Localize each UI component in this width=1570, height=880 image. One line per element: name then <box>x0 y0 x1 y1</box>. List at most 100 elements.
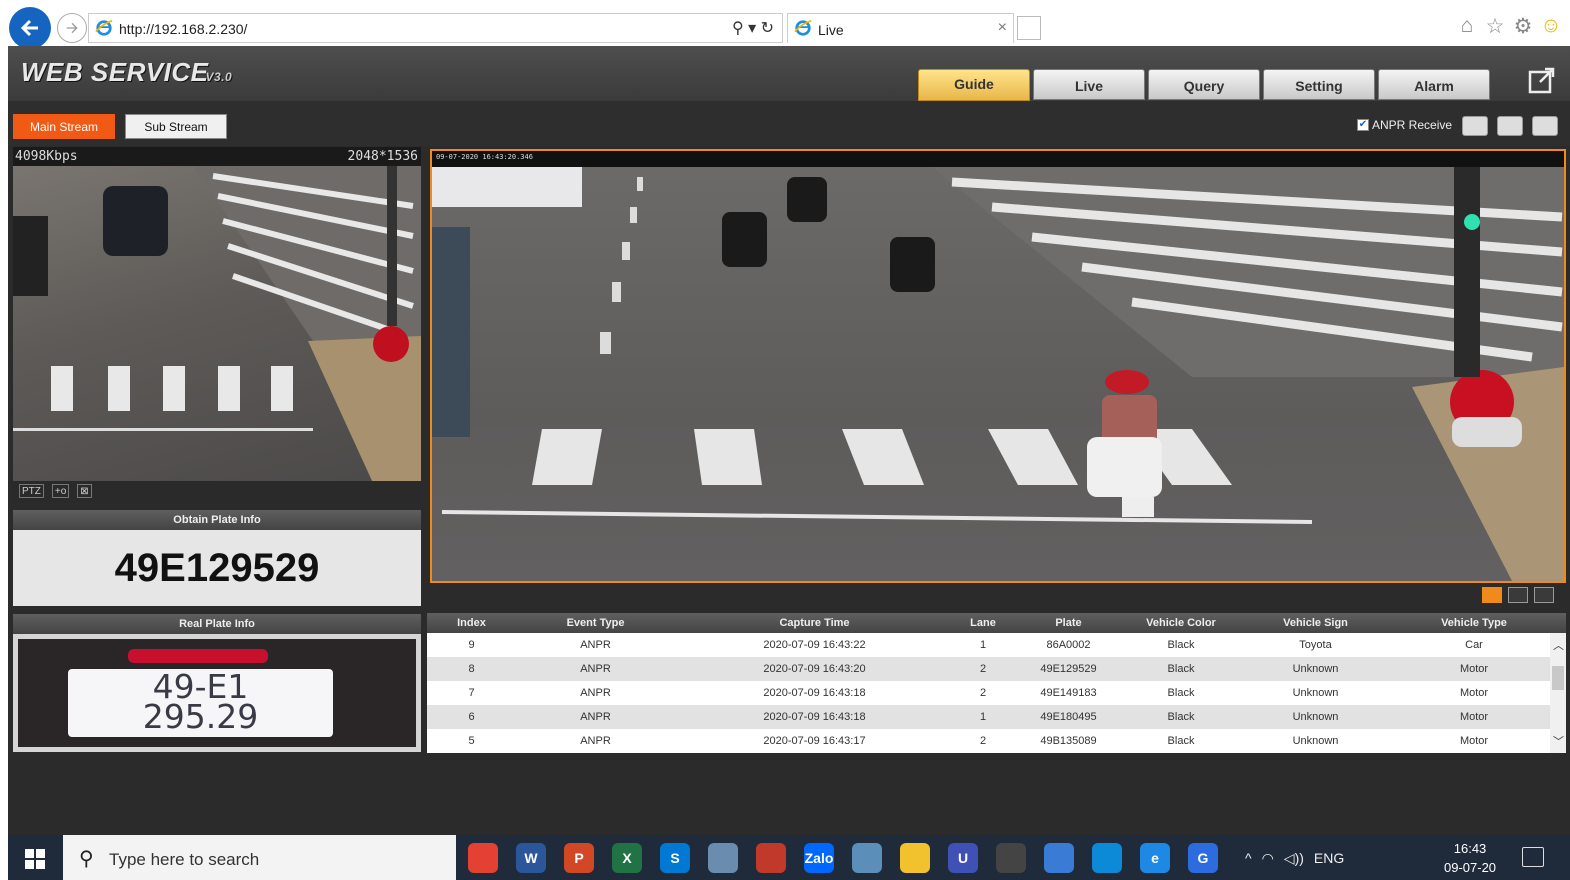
chevron-down-icon[interactable]: ﹀ <box>1553 733 1564 749</box>
foxit-icon[interactable]: G <box>1188 843 1218 873</box>
excel-icon[interactable]: X <box>612 843 642 873</box>
sub-camera-view[interactable]: 4098Kbps 2048*1536 PTZ +o ⊠ <box>13 147 421 503</box>
plate-crop-image: 49-E1 295.29 <box>18 639 416 747</box>
fullscreen-view-icon[interactable] <box>1534 587 1554 603</box>
logo-text: WEB SERVICE <box>21 57 209 87</box>
table-scrollbar[interactable]: ︿ ﹀ <box>1550 633 1566 753</box>
single-view-icon[interactable] <box>1482 587 1502 603</box>
terminal-icon[interactable] <box>996 843 1026 873</box>
network-icon[interactable]: ◠ <box>1262 850 1274 867</box>
table-row[interactable]: 9 ANPR 2020-07-09 16:43:22 1 86A0002 Black Toy… <box>427 633 1566 657</box>
main-tabs: Guide Live Query Setting Alarm <box>918 69 1490 101</box>
paint-icon[interactable] <box>756 843 786 873</box>
forward-button[interactable] <box>57 13 87 43</box>
settings-gear-icon[interactable]: ⚙ <box>1512 14 1534 39</box>
address-actions[interactable]: ⚲ ▾ ↻ <box>732 18 774 38</box>
url-text: http://192.168.2.230/ <box>119 21 248 37</box>
tab-guide[interactable]: Guide <box>918 69 1030 101</box>
tab-title: Live <box>818 22 844 38</box>
tab-live[interactable]: Live <box>1033 69 1145 100</box>
table-cell: 8 <box>468 663 475 675</box>
search-icon: ⚲ <box>79 848 94 870</box>
table-row[interactable]: 6 ANPR 2020-07-09 16:43:18 1 49E180495 Black U… <box>427 705 1566 729</box>
word-icon[interactable]: W <box>516 843 546 873</box>
obtain-plate-value: 49E129529 <box>13 530 421 606</box>
chrome-icon[interactable] <box>468 843 498 873</box>
grid-view-icon[interactable] <box>1508 587 1528 603</box>
logout-icon[interactable] <box>1528 66 1556 94</box>
pinned-apps: W P X S Zalo Ue G <box>468 843 1218 873</box>
ultraviewer-icon[interactable]: U <box>948 843 978 873</box>
tab-setting[interactable]: Setting <box>1263 69 1375 100</box>
main-camera-view[interactable]: 09-07-2020 16:43:20.346 <box>430 149 1566 583</box>
new-tab-button[interactable] <box>1017 16 1041 40</box>
skype-icon[interactable]: S <box>660 843 690 873</box>
layout-switcher <box>1482 587 1554 603</box>
fullscreen-button[interactable]: ⊠ <box>77 484 92 498</box>
tab-query[interactable]: Query <box>1148 69 1260 100</box>
zoom-icon[interactable] <box>1497 116 1523 136</box>
table-cell: 2 <box>979 687 987 699</box>
favorites-icon[interactable]: ☆ <box>1484 14 1506 39</box>
anpr-checkbox[interactable]: ✔ <box>1357 119 1369 131</box>
windows-start-icon[interactable] <box>25 849 45 869</box>
monitor-icon[interactable] <box>1044 843 1074 873</box>
table-cell: ANPR <box>580 711 611 723</box>
tab-alarm[interactable]: Alarm <box>1378 69 1490 100</box>
table-cell: 86A0002 <box>1046 639 1091 651</box>
table-cell: Unknown <box>1292 735 1339 747</box>
browser-tab[interactable]: Live × <box>787 13 1014 43</box>
notification-icon[interactable] <box>1522 847 1544 867</box>
notes-icon[interactable] <box>852 843 882 873</box>
table-cell: 2020-07-09 16:43:22 <box>763 639 866 651</box>
taskbar-search[interactable]: ⚲ Type here to search <box>63 835 456 880</box>
table-row[interactable]: 8 ANPR 2020-07-09 16:43:20 2 49E129529 Black U… <box>427 657 1566 681</box>
table-cell: Black <box>1167 687 1195 699</box>
feedback-smiley-icon[interactable]: ☺ <box>1540 14 1562 39</box>
chevron-up-icon[interactable]: ︿ <box>1553 637 1564 653</box>
chevron-up-tray-icon[interactable]: ^ <box>1245 850 1252 867</box>
table-row[interactable]: 7 ANPR 2020-07-09 16:43:18 2 49E149183 Black U… <box>427 681 1566 705</box>
internet-explorer-icon[interactable]: e <box>1140 843 1170 873</box>
table-cell: ANPR <box>580 663 611 675</box>
search-placeholder: Type here to search <box>109 850 260 869</box>
sub-stream-button[interactable]: Sub Stream <box>125 114 227 139</box>
arrow-right-icon <box>66 22 78 34</box>
table-cell: 49E149183 <box>1040 687 1097 699</box>
table-header: Index Event Type Capture Time Lane Plate Vehi… <box>427 613 1566 633</box>
language-indicator[interactable]: ENG <box>1314 850 1344 867</box>
address-bar[interactable]: http://192.168.2.230/ ⚲ ▾ ↻ <box>88 13 783 43</box>
edge-icon[interactable] <box>1092 843 1122 873</box>
explorer-icon[interactable] <box>900 843 930 873</box>
volume-icon[interactable]: ◁)) <box>1284 850 1304 867</box>
zoom-in-button[interactable]: +o <box>51 484 70 498</box>
scroll-thumb[interactable] <box>1552 666 1564 690</box>
column-header: Capture Time <box>779 617 850 629</box>
table-cell: Black <box>1167 639 1195 651</box>
column-header: Vehicle Sign <box>1283 617 1348 629</box>
clock[interactable]: 16:43 09-07-20 <box>1444 839 1496 877</box>
anpr-receive-toggle[interactable]: ✔ ANPR Receive <box>1357 118 1452 132</box>
app-logo: WEB SERVICEV3.0 <box>21 57 232 88</box>
resolution-text: 2048*1536 <box>347 149 418 164</box>
snipping-icon[interactable] <box>708 843 738 873</box>
bitrate-text: 4098Kbps <box>15 149 78 164</box>
table-row[interactable]: 5 ANPR 2020-07-09 16:43:17 2 49B135089 Black U… <box>427 729 1566 753</box>
snapshot-icon[interactable] <box>1462 116 1488 136</box>
powerpoint-icon[interactable]: P <box>564 843 594 873</box>
back-button[interactable] <box>9 7 51 49</box>
street-scene-illustration <box>13 166 421 483</box>
main-camera-image <box>432 167 1564 581</box>
stream-toolbar: Main Stream Sub Stream ✔ ANPR Receive <box>8 101 1570 146</box>
clock-date: 09-07-20 <box>1444 860 1497 875</box>
anpr-events-table: Index Event Type Capture Time Lane Plate Vehi… <box>427 613 1566 753</box>
main-stream-button[interactable]: Main Stream <box>13 114 115 139</box>
table-cell: 49B135089 <box>1040 735 1097 747</box>
record-icon[interactable] <box>1532 116 1558 136</box>
ptz-button[interactable]: PTZ <box>19 484 44 498</box>
table-cell: Black <box>1167 663 1195 675</box>
home-icon[interactable]: ⌂ <box>1456 14 1478 39</box>
table-cell: ANPR <box>580 639 611 651</box>
zalo-icon[interactable]: Zalo <box>804 843 834 873</box>
tab-close-icon[interactable]: × <box>998 19 1007 37</box>
